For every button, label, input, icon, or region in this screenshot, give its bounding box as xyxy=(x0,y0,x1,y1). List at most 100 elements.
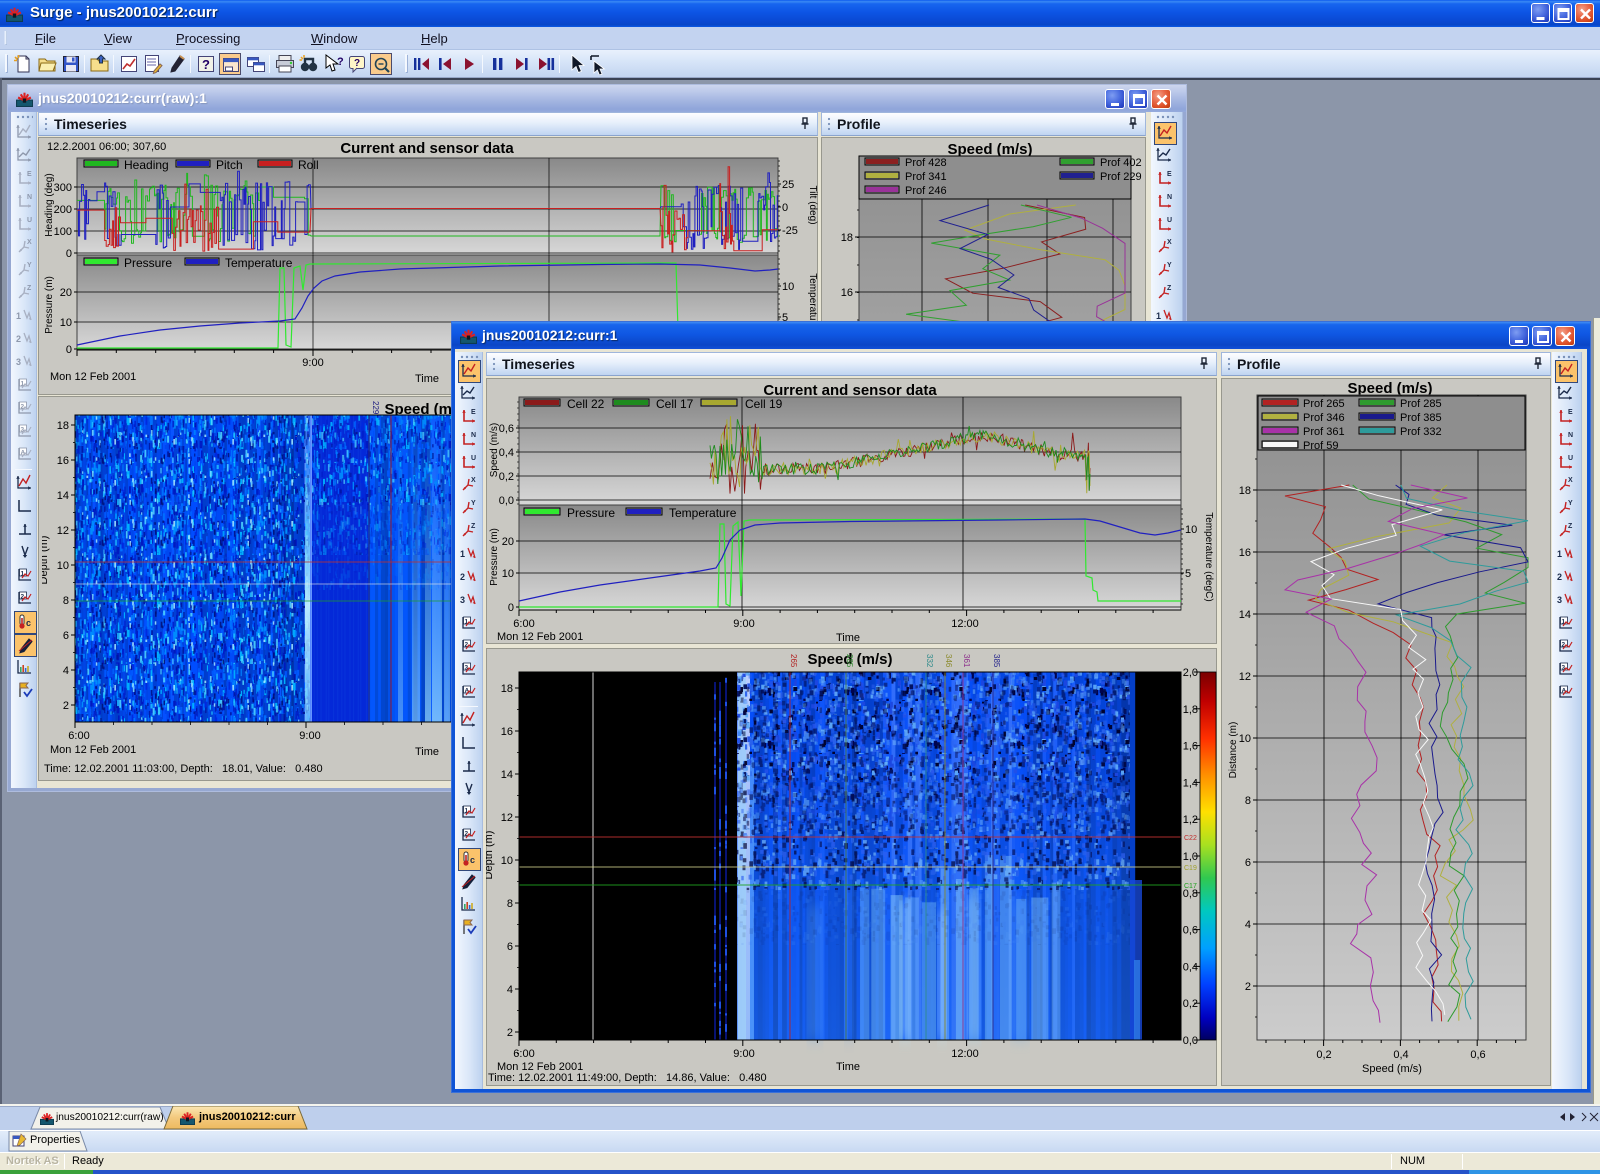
svg-text:?: ? xyxy=(337,56,344,68)
svg-text:Time: Time xyxy=(836,632,860,644)
svg-text:12:00: 12:00 xyxy=(951,1048,979,1060)
svg-text:12.2.2001 06:00; 307,60: 12.2.2001 06:00; 307,60 xyxy=(47,141,166,153)
svg-text:100: 100 xyxy=(54,226,72,238)
svg-text:25: 25 xyxy=(782,179,794,191)
svg-text:1,6: 1,6 xyxy=(1183,741,1198,753)
svg-text:Current and sensor data: Current and sensor data xyxy=(763,382,937,399)
svg-text:Prof 402: Prof 402 xyxy=(1100,157,1142,169)
svg-text:Speed (m/s): Speed (m/s) xyxy=(489,423,500,477)
svg-text:14: 14 xyxy=(501,769,513,781)
svg-text:Prof 346: Prof 346 xyxy=(1303,412,1345,424)
svg-text:9:00: 9:00 xyxy=(733,618,754,630)
svg-text:12: 12 xyxy=(57,525,69,537)
svg-text:14: 14 xyxy=(57,490,69,502)
svg-text:0,4: 0,4 xyxy=(1183,961,1198,973)
svg-text:1: 1 xyxy=(1557,549,1562,559)
svg-text:Y: Y xyxy=(27,262,32,269)
svg-text:Prof 285: Prof 285 xyxy=(1400,398,1442,410)
svg-text:E: E xyxy=(27,171,32,178)
svg-text:Prof 229: Prof 229 xyxy=(1100,171,1142,183)
svg-text:361: 361 xyxy=(962,654,971,668)
svg-text:18: 18 xyxy=(501,683,513,695)
svg-text:Z: Z xyxy=(27,285,32,292)
svg-text:12: 12 xyxy=(501,812,513,824)
svg-text:Z: Z xyxy=(1568,523,1573,530)
svg-text:Time: Time xyxy=(415,373,439,385)
svg-text:Mon 12 Feb 2001: Mon 12 Feb 2001 xyxy=(497,631,583,643)
svg-text:X: X xyxy=(1568,477,1573,484)
svg-text:12: 12 xyxy=(1239,671,1251,683)
svg-text:Pressure: Pressure xyxy=(124,256,172,270)
svg-text:0,0: 0,0 xyxy=(1183,1035,1198,1047)
svg-text:Mon 12 Feb 2001: Mon 12 Feb 2001 xyxy=(50,744,136,756)
svg-text:0,2: 0,2 xyxy=(1316,1049,1331,1061)
svg-text:10: 10 xyxy=(57,560,69,572)
svg-text:3: 3 xyxy=(16,357,21,367)
svg-text:265: 265 xyxy=(789,654,798,668)
svg-text:U: U xyxy=(471,455,476,462)
svg-text:2,0: 2,0 xyxy=(1183,667,1198,679)
svg-text:N: N xyxy=(27,194,32,201)
svg-text:1,8: 1,8 xyxy=(1183,704,1198,716)
svg-text:U: U xyxy=(1167,217,1172,224)
svg-text:2: 2 xyxy=(1245,981,1251,993)
svg-text:0,4: 0,4 xyxy=(499,447,514,459)
svg-text:9:00: 9:00 xyxy=(302,357,323,369)
svg-text:X: X xyxy=(1167,239,1172,246)
svg-text:20: 20 xyxy=(502,536,514,548)
svg-text:Prof 332: Prof 332 xyxy=(1400,426,1442,438)
svg-text:20: 20 xyxy=(60,287,72,299)
svg-text:Cell 19: Cell 19 xyxy=(745,397,783,411)
svg-text:0,6: 0,6 xyxy=(1183,925,1198,937)
svg-text:Tilt (deg): Tilt (deg) xyxy=(807,185,818,224)
svg-text:8: 8 xyxy=(507,898,513,910)
svg-text:3: 3 xyxy=(460,595,465,605)
svg-text:Speed (m/s): Speed (m/s) xyxy=(947,141,1032,158)
svg-text:Cell 22: Cell 22 xyxy=(567,397,605,411)
svg-text:X: X xyxy=(27,239,32,246)
svg-text:N: N xyxy=(471,432,476,439)
svg-text:0,6: 0,6 xyxy=(1470,1049,1485,1061)
svg-text:346: 346 xyxy=(944,654,953,668)
svg-text:C19: C19 xyxy=(1184,865,1197,872)
svg-text:9:00: 9:00 xyxy=(733,1048,754,1060)
svg-text:1: 1 xyxy=(1156,311,1161,321)
svg-text:Cell 17: Cell 17 xyxy=(656,397,694,411)
svg-text:Speed (m/s): Speed (m/s) xyxy=(1347,380,1432,397)
svg-text:10: 10 xyxy=(501,855,513,867)
svg-text:4: 4 xyxy=(507,984,513,996)
svg-text:?: ? xyxy=(354,58,360,69)
svg-text:Current and sensor data: Current and sensor data xyxy=(340,140,514,157)
svg-text:c: c xyxy=(470,855,475,865)
svg-text:Prof 385: Prof 385 xyxy=(1400,412,1442,424)
svg-text:6: 6 xyxy=(63,630,69,642)
svg-text:16: 16 xyxy=(841,287,853,299)
svg-text:200: 200 xyxy=(54,204,72,216)
svg-text:14: 14 xyxy=(1239,609,1251,621)
svg-text:Heading (deg): Heading (deg) xyxy=(44,173,55,236)
svg-text:Prof 341: Prof 341 xyxy=(905,171,947,183)
svg-text:285: 285 xyxy=(845,654,854,668)
svg-text:18: 18 xyxy=(57,420,69,432)
svg-text:Prof 428: Prof 428 xyxy=(905,157,947,169)
svg-text:Heading: Heading xyxy=(124,158,169,172)
svg-text:10: 10 xyxy=(1185,524,1197,536)
svg-text:Pressure: Pressure xyxy=(567,506,615,520)
svg-text:Roll: Roll xyxy=(298,158,319,172)
svg-text:2: 2 xyxy=(460,572,465,582)
svg-text:4: 4 xyxy=(1245,919,1251,931)
svg-text:U: U xyxy=(1568,455,1573,462)
svg-text:Y: Y xyxy=(471,500,476,507)
svg-text:4: 4 xyxy=(63,665,69,677)
svg-text:Prof 361: Prof 361 xyxy=(1303,426,1345,438)
svg-text:Z: Z xyxy=(471,523,476,530)
svg-text:1,0: 1,0 xyxy=(1183,851,1198,863)
svg-text:?: ? xyxy=(202,57,210,72)
svg-text:Z: Z xyxy=(1167,285,1172,292)
svg-text:Y: Y xyxy=(1167,262,1172,269)
svg-text:5: 5 xyxy=(1185,568,1191,580)
svg-text:6: 6 xyxy=(507,941,513,953)
svg-text:18: 18 xyxy=(1239,485,1251,497)
svg-text:Pitch: Pitch xyxy=(216,158,243,172)
svg-text:16: 16 xyxy=(57,455,69,467)
